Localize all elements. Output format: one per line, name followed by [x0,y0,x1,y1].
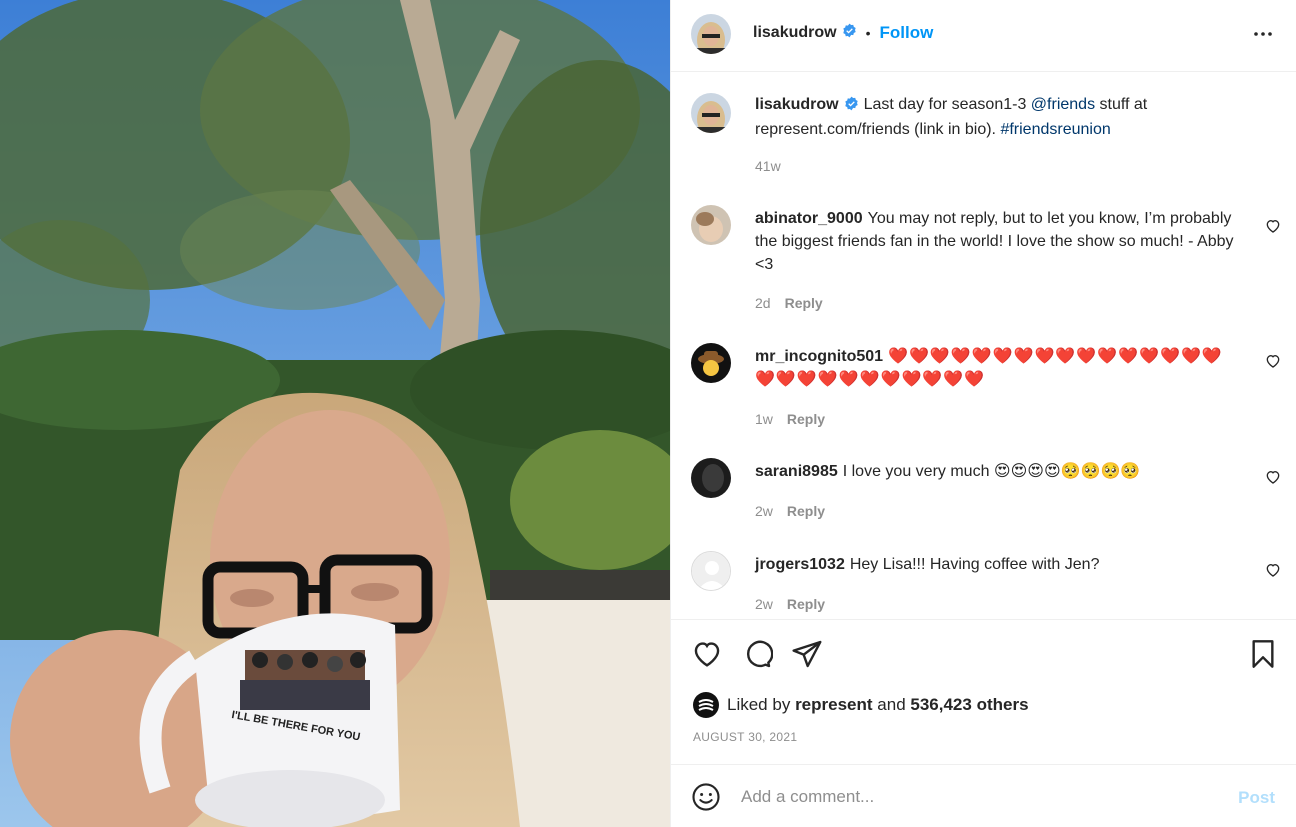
comment-text: Hey Lisa!!! Having coffee with Jen? [849,556,1100,573]
selfie-photo: I'LL BE THERE FOR YOU [0,0,670,827]
reply-button[interactable]: Reply [787,411,825,427]
likes-count[interactable]: 536,423 others [910,695,1028,715]
caption-username[interactable]: lisakudrow [755,96,839,113]
liked-by-label: Liked by [727,695,791,714]
post-photo[interactable]: I'LL BE THERE FOR YOU [0,0,670,827]
comment-like-heart-icon[interactable] [1265,469,1281,485]
comment-meta: 2w Reply [755,596,825,612]
comment-time[interactable]: 2w [755,503,773,519]
default-avatar-icon[interactable] [691,551,731,591]
commenter-avatar[interactable] [691,343,731,383]
liked-conj: and [877,695,906,714]
bookmark-icon[interactable] [1247,638,1279,670]
comments-list[interactable]: lisakudrow Last day for season1-3 @friend… [671,73,1296,619]
comment-time[interactable]: 1w [755,411,773,427]
comment-input[interactable] [741,783,1201,811]
author-avatar[interactable] [691,14,731,54]
comment-username[interactable]: jrogers1032 [755,556,845,573]
comment-like-heart-icon[interactable] [1265,218,1281,234]
commenter-avatar[interactable] [691,458,731,498]
post-button[interactable]: Post [1238,788,1275,808]
reply-button[interactable]: Reply [787,596,825,612]
reply-button[interactable]: Reply [787,503,825,519]
represent-avatar[interactable] [693,692,719,718]
commenter-avatar[interactable] [691,205,731,245]
comment-username[interactable]: mr_incognito501 [755,348,883,365]
comment-meta: 2w Reply [755,503,825,519]
smiley-icon[interactable] [691,782,721,812]
reply-button[interactable]: Reply [785,295,823,311]
verified-badge-icon [844,95,859,118]
hashtag-link[interactable]: #friendsreunion [1000,121,1110,138]
post-details-panel: lisakudrow • Follow lisakudrow Last day … [670,0,1296,827]
post-header: lisakudrow • Follow [671,0,1296,72]
separator-dot: • [865,25,871,41]
post-date[interactable]: AUGUST 30, 2021 [693,730,797,744]
caption-body-1: Last day for season1-3 [863,96,1027,113]
comment-like-heart-icon[interactable] [1265,562,1281,578]
likes-summary: Liked by represent and 536,423 others [693,692,1029,718]
paper-plane-icon[interactable] [791,638,823,670]
comment-text-wrap: sarani8985 I love you very much 😍😍😍😍🥺🥺🥺🥺 [755,460,1235,483]
author-username[interactable]: lisakudrow [753,24,837,42]
liked-by-user[interactable]: represent [795,695,872,715]
comment-bubble-icon[interactable] [741,638,774,670]
comment-time[interactable]: 2d [755,295,771,311]
comment-text-wrap: mr_incognito501 ❤️❤️❤️❤️❤️❤️❤️❤️❤️❤️❤️❤️❤… [755,345,1235,391]
comment-meta: 1w Reply [755,411,825,427]
heart-icon[interactable] [691,638,723,670]
comment-text: I love you very much 😍😍😍😍🥺🥺🥺🥺 [842,463,1141,480]
comment-text-wrap: abinator_9000 You may not reply, but to l… [755,207,1235,276]
caption-time[interactable]: 41w [755,158,781,174]
mention-link[interactable]: @friends [1031,96,1095,113]
comment-time[interactable]: 2w [755,596,773,612]
follow-button[interactable]: Follow [879,23,933,43]
comment-username[interactable]: sarani8985 [755,463,838,480]
post-actions: Liked by represent and 536,423 others AU… [671,619,1296,764]
comment-like-heart-icon[interactable] [1265,353,1281,369]
caption-text: lisakudrow Last day for season1-3 @friend… [755,93,1215,141]
verified-badge-icon [842,23,857,43]
add-comment-bar: Post [671,764,1296,827]
comment-meta: 2d Reply [755,295,823,311]
caption-avatar[interactable] [691,93,731,133]
more-options-icon[interactable] [1251,24,1275,48]
comment-text-wrap: jrogers1032 Hey Lisa!!! Having coffee wit… [755,553,1235,576]
comment-username[interactable]: abinator_9000 [755,210,863,227]
